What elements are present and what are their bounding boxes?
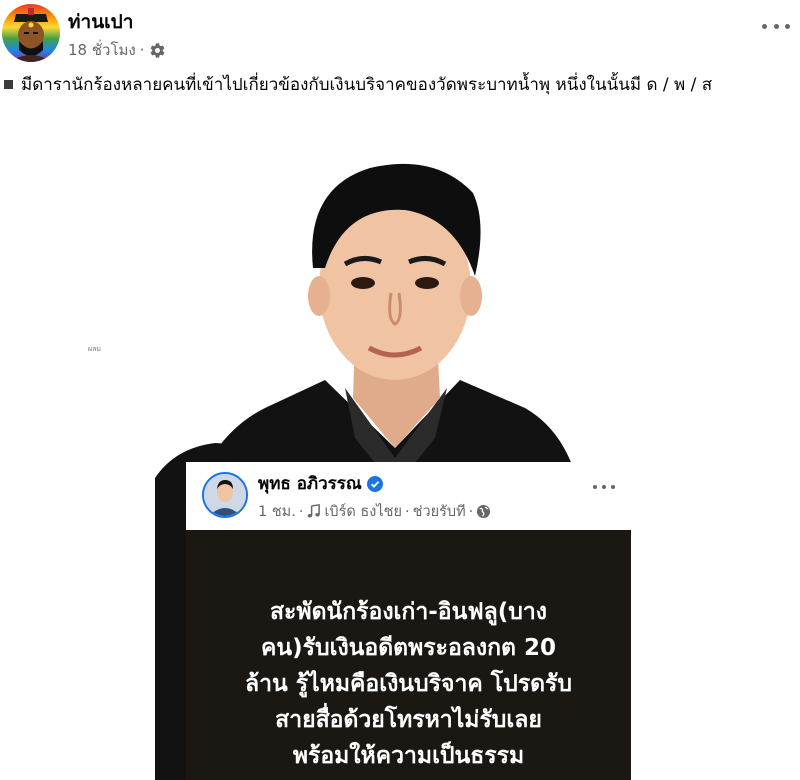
gear-icon[interactable]: [149, 42, 166, 59]
quote-line: คน)รับเงินอดีตพระอลงกต 20: [261, 635, 556, 661]
photo-watermark: ผลม: [88, 345, 102, 353]
more-dot-icon: [611, 485, 615, 489]
author-name[interactable]: ท่านเปา: [68, 7, 133, 37]
quote-line: พร้อมให้ความเป็นธรรม: [292, 743, 525, 769]
embedded-author-avatar[interactable]: [202, 472, 248, 518]
embedded-more-options-button[interactable]: [593, 482, 615, 492]
song-artist[interactable]: เบิร์ด ธงไชย: [324, 500, 402, 523]
song-title[interactable]: ช่วยรับที: [413, 500, 466, 523]
embedded-author-name[interactable]: พุทธ อภิวรรณ: [258, 470, 362, 497]
more-dot-icon: [785, 23, 790, 29]
song-separator: ·: [405, 503, 410, 520]
more-dot-icon: [762, 23, 767, 29]
post-header: ท่านเปา 18 ชั่วโมง ·: [0, 0, 800, 66]
embedded-post-header: พุทธ อภิวรรณ 1 ชม. · เบิร์ด ธงไชย · ช่วย…: [186, 462, 631, 530]
post-body: มีดารานักร้องหลายคนที่เข้าไปเกี่ยวข้องกั…: [21, 75, 713, 95]
more-dot-icon: [602, 485, 606, 489]
quote-line: สะพัดนักร้องเก่า-อินฟลู(บาง: [270, 599, 547, 625]
embedded-post[interactable]: พุทธ อภิวรรณ 1 ชม. · เบิร์ด ธงไชย · ช่วย…: [186, 462, 631, 780]
bullet-square-icon: [4, 79, 13, 89]
more-dot-icon: [593, 485, 597, 489]
quote-text-box: สะพัดนักร้องเก่า-อินฟลู(บาง คน)รับเงินอด…: [186, 530, 631, 780]
post-time[interactable]: 18 ชั่วโมง: [68, 38, 136, 62]
post-text: มีดารานักร้องหลายคนที่เข้าไปเกี่ยวข้องกั…: [2, 72, 792, 99]
verified-badge-icon: [366, 475, 383, 492]
audience-separator: ·: [468, 503, 474, 520]
quote-line: สายสื่อด้วยโทรหาไม่รับเลย: [275, 707, 542, 733]
post-meta: 18 ชั่วโมง ·: [68, 38, 166, 62]
avatar-portrait-icon: [10, 8, 52, 62]
embedded-author: พุทธ อภิวรรณ: [258, 470, 383, 497]
music-note-icon: [306, 504, 321, 519]
quote-line: ล้าน รู้ไหมคือเงินบริจาค โปรดรับ: [245, 671, 572, 697]
meta-separator: ·: [139, 41, 145, 59]
post-image[interactable]: ผลม พุทธ อภิวรรณ 1 ชม. · เบิร์ด ธงไชย · …: [0, 148, 800, 780]
embedded-post-time[interactable]: 1 ชม.: [258, 500, 296, 523]
embedded-post-meta: 1 ชม. · เบิร์ด ธงไชย · ช่วยรับที ·: [258, 500, 491, 523]
embedded-avatar-portrait-icon: [204, 474, 246, 516]
more-dot-icon: [773, 23, 779, 29]
more-options-button[interactable]: [762, 16, 790, 36]
author-avatar[interactable]: [2, 4, 60, 62]
globe-icon[interactable]: [476, 504, 491, 519]
embedded-meta-separator: ·: [298, 503, 304, 520]
